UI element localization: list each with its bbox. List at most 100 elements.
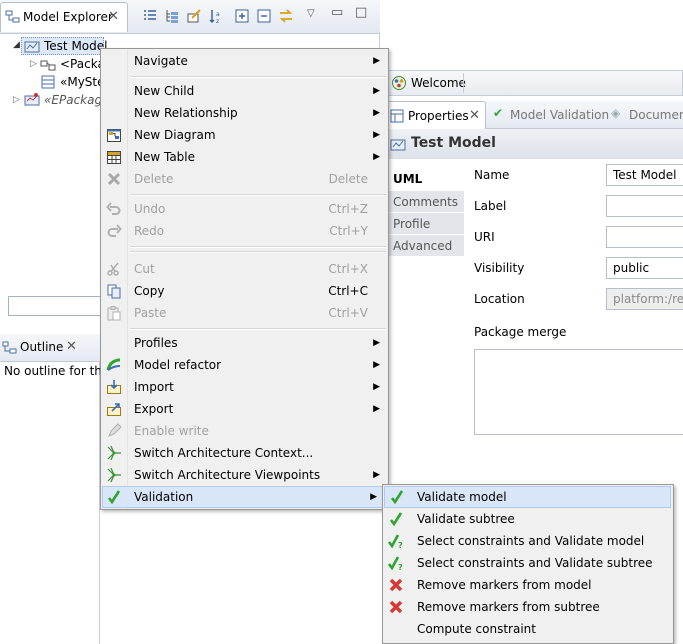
menu-item-delete[interactable]: Delete Delete	[101, 168, 388, 190]
tree-item-stereotype[interactable]: «MySte	[60, 73, 105, 91]
remove-icon	[388, 577, 404, 593]
welcome-tab[interactable]: Welcome	[388, 70, 683, 96]
properties-tab[interactable]: Properties ✕	[386, 101, 486, 129]
sort-az-icon[interactable]: az	[208, 8, 224, 24]
documentation-icon: ◈	[611, 106, 621, 120]
delete-icon	[106, 171, 122, 187]
menu-item-label: Switch Architecture Viewpoints	[134, 468, 321, 482]
submenu-item-select-constraints-validate-model[interactable]: ? Select constraints and Validate model	[383, 530, 673, 552]
submenu-item-label: Select constraints and Validate subtree	[417, 556, 653, 570]
menu-item-new-table[interactable]: New Table ▶	[101, 146, 388, 168]
remove-icon	[388, 599, 404, 615]
submenu-arrow-icon: ▶	[373, 152, 380, 162]
menu-item-cut[interactable]: Cut Ctrl+X	[101, 258, 388, 280]
properties-header-title: Test Model	[411, 135, 496, 151]
submenu-item-label: Compute constraint	[417, 622, 536, 636]
side-tab-profile[interactable]: Profile	[388, 213, 464, 235]
minimize-icon[interactable]: ▭	[331, 5, 343, 20]
check-icon	[388, 511, 404, 527]
submenu-arrow-icon: ▶	[373, 470, 380, 480]
location-label: Location	[474, 292, 525, 306]
close-icon[interactable]: ✕	[469, 108, 480, 123]
menu-item-label: Switch Architecture Context...	[134, 446, 314, 460]
submenu-item-remove-markers-model[interactable]: Remove markers from model	[383, 574, 673, 596]
menu-item-switch-architecture-viewpoints[interactable]: Switch Architecture Viewpoints ▶	[101, 464, 388, 486]
model-explorer-tab[interactable]: Model Explorer ✕	[0, 2, 128, 32]
menu-item-import[interactable]: Import ▶	[101, 376, 388, 398]
side-tab-uml[interactable]: UML	[388, 168, 464, 190]
stereotype-icon	[40, 74, 56, 90]
name-field[interactable]: Test Model	[606, 164, 683, 186]
menu-item-switch-architecture-context[interactable]: Switch Architecture Context...	[101, 442, 388, 464]
model-explorer-icon	[5, 9, 21, 25]
close-icon[interactable]: ✕	[66, 339, 77, 354]
menu-item-label: Export	[134, 402, 174, 416]
menu-item-model-refactor[interactable]: Model refactor ▶	[101, 354, 388, 376]
menu-item-profiles[interactable]: Profiles ▶	[101, 332, 388, 354]
menu-item-enable-write[interactable]: Enable write	[101, 420, 388, 442]
model-icon	[390, 136, 406, 152]
documentation-tab[interactable]: Documen	[629, 108, 683, 122]
outline-tab[interactable]: Outline ✕	[0, 334, 100, 362]
submenu-item-validate-model[interactable]: Validate model	[384, 486, 671, 508]
submenu-arrow-icon: ▶	[373, 404, 380, 414]
menu-separator	[130, 328, 386, 330]
side-tab-comments[interactable]: Comments	[388, 191, 464, 213]
tab-divider	[463, 73, 464, 93]
uri-label: URI	[474, 230, 495, 244]
check-question-icon: ?	[388, 555, 404, 571]
import-icon	[106, 379, 122, 395]
model-explorer-title: Model Explorer	[23, 10, 113, 24]
menu-item-undo[interactable]: Undo Ctrl+Z	[101, 198, 388, 220]
label-field[interactable]	[606, 195, 683, 217]
menu-item-new-diagram[interactable]: New Diagram ▶	[101, 124, 388, 146]
tree-view-icon[interactable]	[164, 8, 180, 24]
properties-icon	[389, 108, 405, 124]
submenu-item-compute-constraint[interactable]: Compute constraint	[383, 618, 673, 640]
submenu-item-remove-markers-subtree[interactable]: Remove markers from subtree	[383, 596, 673, 618]
side-tab-advanced[interactable]: Advanced	[388, 235, 464, 257]
menu-item-validation[interactable]: Validation ▶	[102, 486, 386, 508]
view-menu-icon[interactable]: ▽	[307, 8, 315, 19]
label-label: Label	[474, 199, 507, 213]
link-with-editor-icon[interactable]	[278, 8, 294, 24]
outline-empty-text: No outline for this	[4, 364, 100, 378]
properties-title: Properties	[408, 109, 469, 123]
menu-item-redo[interactable]: Redo Ctrl+Y	[101, 220, 388, 242]
new-table-icon	[106, 149, 122, 165]
menu-item-export[interactable]: Export ▶	[101, 398, 388, 420]
menu-item-shortcut: Delete	[328, 172, 368, 186]
collapse-all-icon[interactable]	[256, 8, 272, 24]
copy-icon	[106, 283, 122, 299]
expand-all-icon[interactable]	[234, 8, 250, 24]
explorer-filter-input[interactable]	[8, 296, 102, 316]
export-icon	[106, 401, 122, 417]
menu-item-paste[interactable]: Paste Ctrl+V	[101, 302, 388, 324]
collapse-arrow-icon[interactable]: ▷	[13, 95, 20, 105]
package-merge-list[interactable]	[474, 349, 683, 435]
menu-item-new-child[interactable]: New Child ▶	[101, 80, 388, 102]
submenu-item-validate-subtree[interactable]: Validate subtree	[383, 508, 673, 530]
menu-item-label: Enable write	[134, 424, 209, 438]
model-icon	[24, 38, 40, 54]
tree-item-package[interactable]: <Packa	[60, 55, 105, 73]
menu-item-navigate[interactable]: Navigate ▶	[101, 50, 388, 72]
svg-text:z: z	[216, 18, 219, 24]
maximize-icon[interactable]: □	[355, 5, 367, 20]
menu-item-copy[interactable]: Copy Ctrl+C	[101, 280, 388, 302]
uri-field[interactable]	[606, 226, 683, 248]
menu-item-label: Redo	[134, 224, 165, 238]
expand-arrow-icon[interactable]: ◢	[13, 40, 20, 50]
submenu-arrow-icon: ▶	[373, 360, 380, 370]
tree-item-test-model[interactable]: Test Model	[44, 37, 107, 55]
edit-filter-icon[interactable]	[186, 8, 202, 24]
collapse-arrow-icon[interactable]: ▷	[30, 59, 37, 69]
submenu-arrow-icon: ▶	[373, 130, 380, 140]
submenu-item-select-constraints-validate-subtree[interactable]: ? Select constraints and Validate subtre…	[383, 552, 673, 574]
collapse-list-icon[interactable]	[142, 8, 158, 24]
visibility-select[interactable]: public	[606, 257, 683, 279]
model-validation-tab[interactable]: Model Validation	[510, 108, 609, 122]
menu-item-label: New Diagram	[134, 128, 216, 142]
close-icon[interactable]: ✕	[108, 9, 119, 24]
menu-item-new-relationship[interactable]: New Relationship ▶	[101, 102, 388, 124]
